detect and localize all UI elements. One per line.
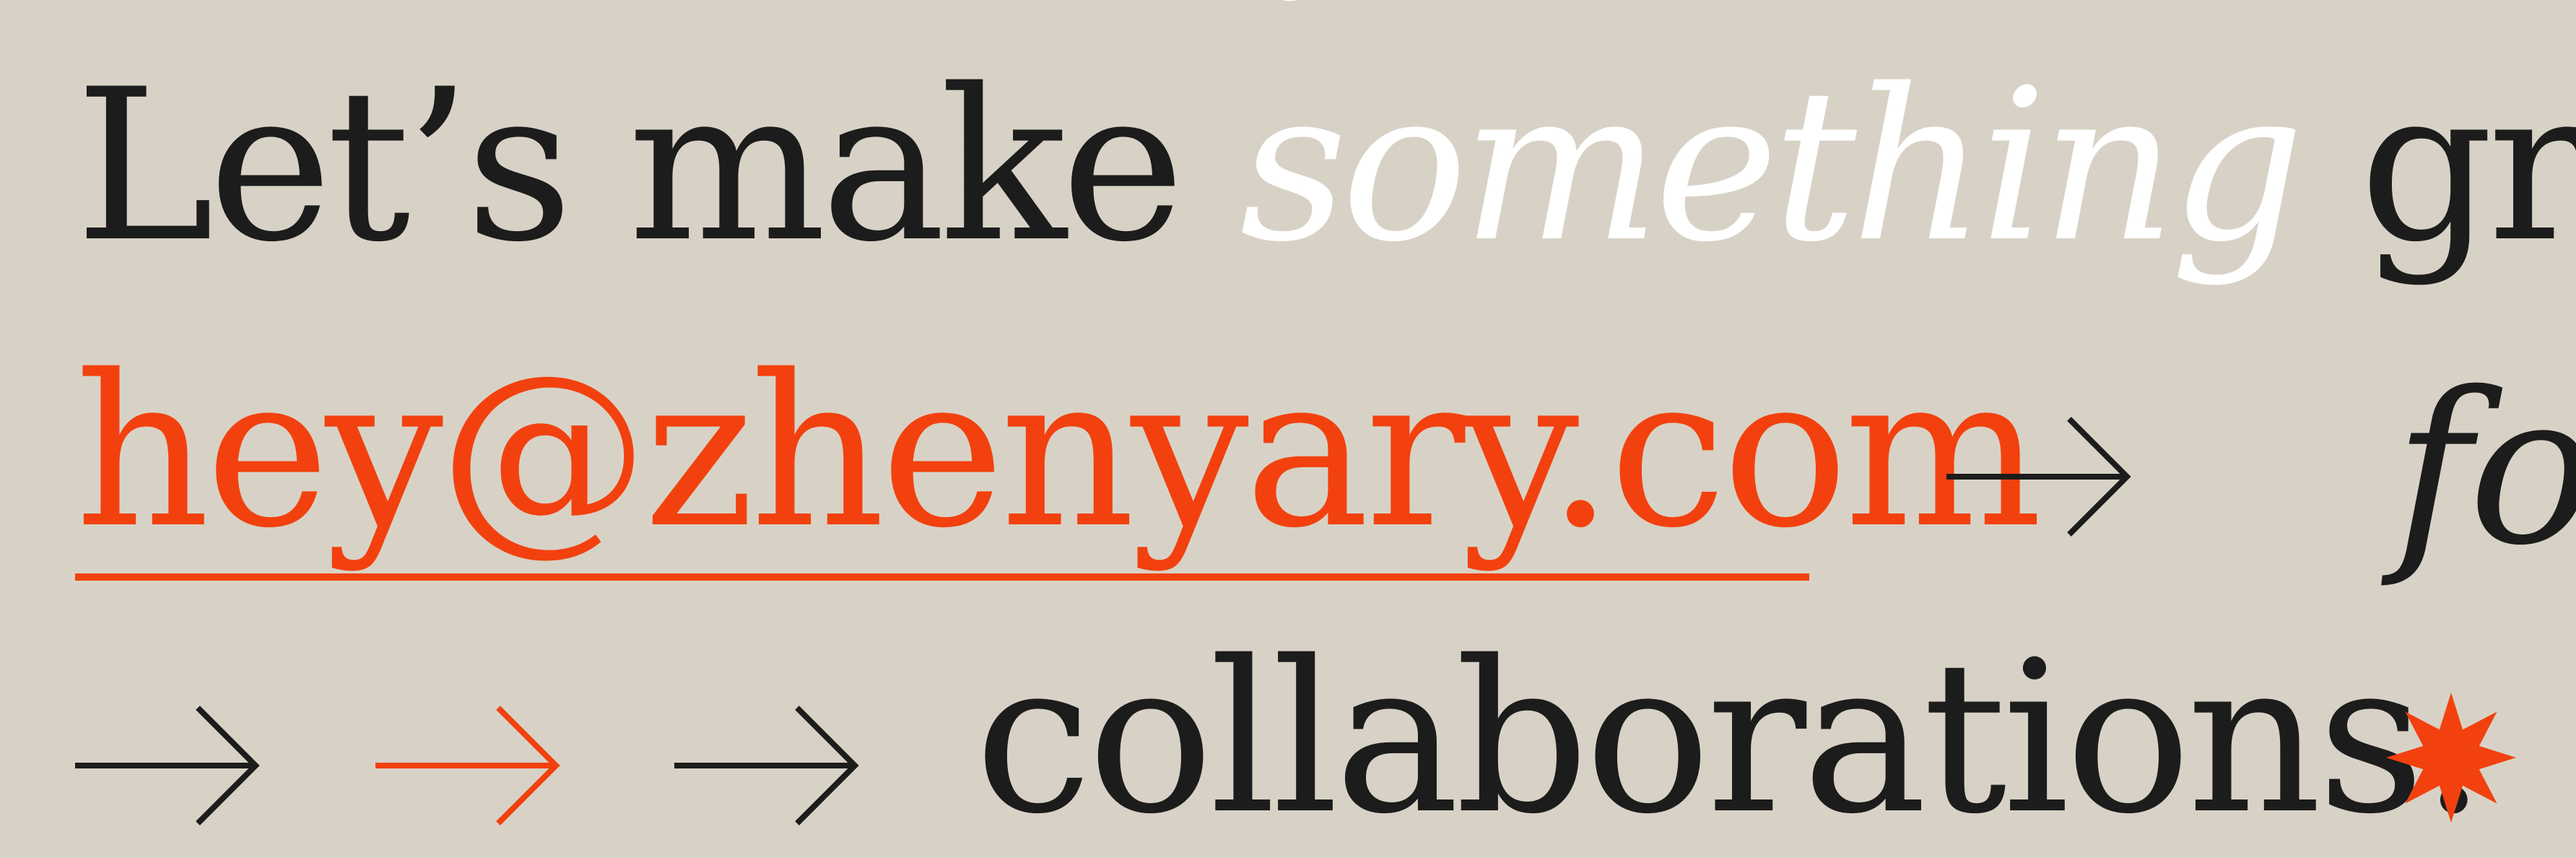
email-link[interactable]: hey@zhenyary.com <box>75 348 2042 558</box>
starburst-icon <box>2386 693 2516 823</box>
arrow-right-icon <box>75 706 260 826</box>
contact-page: Let’s make something great! hey@zhenyary… <box>0 0 2576 858</box>
closing-row: collaborations. <box>0 634 2576 858</box>
headline-accent-word: something <box>1240 45 2305 288</box>
arrow-right-icon <box>375 706 560 826</box>
email-underline <box>75 573 1809 581</box>
collaborations-word: collaborations. <box>975 617 2487 858</box>
headline-text-end: great! <box>2359 45 2576 288</box>
arrow-right-icon <box>674 706 859 826</box>
top-ornament-icon <box>1282 0 1298 1</box>
headline-text-start: Let’s make <box>75 45 1240 288</box>
arrow-right-icon <box>1946 417 2131 537</box>
headline: Let’s make something great! <box>75 62 2576 272</box>
for-word: for <box>2394 348 2576 592</box>
